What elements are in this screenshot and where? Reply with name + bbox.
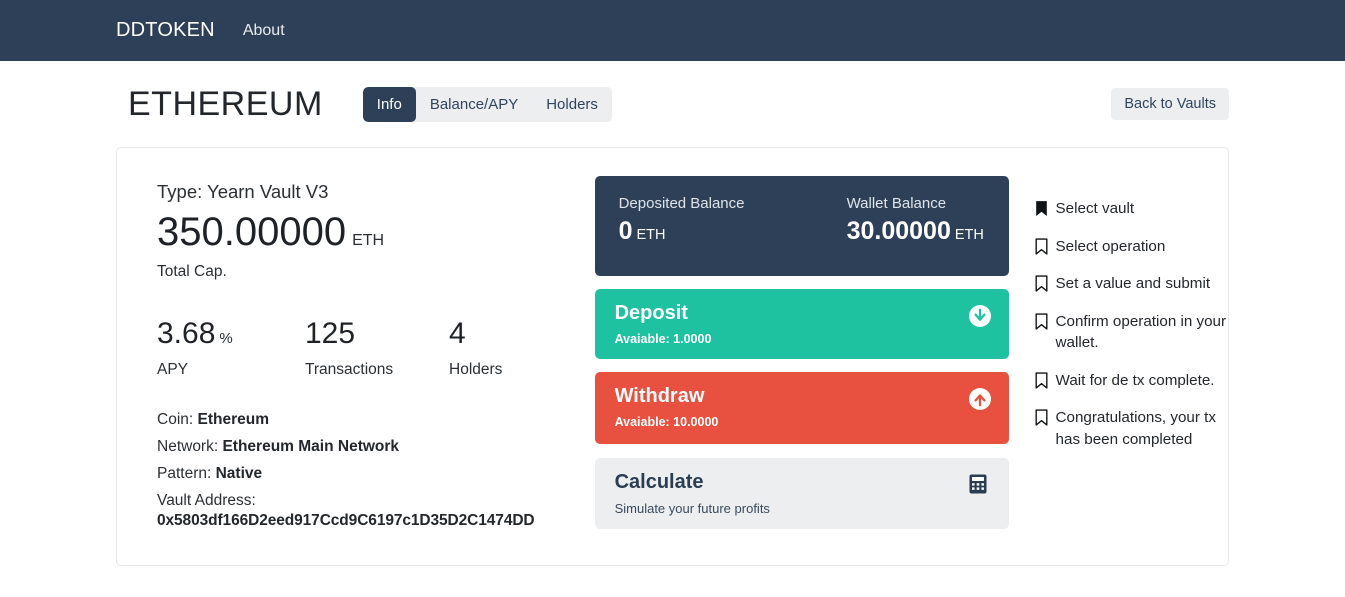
meta-coin: Coin: Ethereum	[157, 411, 583, 429]
bookmark-outline-icon	[1035, 275, 1048, 292]
meta-vault-address-label: Vault Address:	[157, 492, 256, 509]
total-cap-value-row: 350.00000 ETH	[157, 209, 583, 255]
back-to-vaults-button[interactable]: Back to Vaults	[1111, 88, 1229, 120]
stat-apy-value-row: 3.68%	[157, 317, 305, 350]
withdraw-card[interactable]: Withdraw Avaiable: 10.0000	[594, 372, 1009, 444]
wallet-balance: Wallet Balance 30.00000 ETH	[847, 195, 984, 276]
meta-vault-address-value[interactable]: 0x5803df166D2eed917Ccd9C6197c1D35D2C1474…	[157, 512, 583, 530]
deposited-balance: Deposited Balance 0 ETH	[619, 195, 847, 276]
brand-logo[interactable]: DDTOKEN	[116, 19, 215, 42]
stat-holders: 4 Holders	[449, 317, 502, 379]
bookmark-outline-icon	[1035, 237, 1048, 255]
step-select-operation: Select operation	[1035, 236, 1228, 258]
step-confirm-wallet: Confirm operation in your wallet.	[1035, 311, 1228, 354]
page-title: ETHEREUM	[128, 84, 323, 123]
stat-apy-suffix: %	[219, 330, 233, 347]
deposit-available: Avaiable: 1.0000	[614, 332, 712, 346]
step-set-value-label: Set a value and submit	[1055, 275, 1211, 293]
balances-panel: Deposited Balance 0 ETH Wallet Balance 30…	[594, 176, 1009, 276]
step-select-vault: Select vault	[1035, 198, 1228, 220]
withdraw-title: Withdraw	[614, 385, 705, 407]
calculate-subtitle: Simulate your future profits	[614, 501, 770, 516]
vault-meta-list: Coin: Ethereum Network: Ethereum Main Ne…	[157, 411, 583, 530]
meta-coin-value: Ethereum	[197, 411, 270, 428]
bookmark-outline-icon	[1035, 409, 1048, 427]
vault-detail-card: Type: Yearn Vault V3 350.00000 ETH Total …	[116, 147, 1229, 566]
stats-row: 3.68% APY 125 Transactions 4 Holders	[157, 317, 583, 379]
wallet-balance-label: Wallet Balance	[846, 195, 947, 212]
total-cap-value: 350.00000	[157, 210, 347, 254]
nav-link-about[interactable]: About	[243, 22, 285, 40]
step-select-operation-label: Select operation	[1055, 237, 1166, 255]
bookmark-outline-icon	[1035, 313, 1048, 330]
step-completed: Congratulations, your tx has been comple…	[1035, 407, 1228, 450]
meta-network-label: Network:	[157, 438, 219, 455]
total-cap-label: Total Cap.	[157, 263, 227, 280]
tab-info[interactable]: Info	[362, 86, 416, 122]
vault-type: Type: Yearn Vault V3	[157, 181, 329, 202]
meta-pattern-value: Native	[215, 465, 263, 482]
stat-holders-label: Holders	[449, 361, 503, 378]
step-wait-tx-label: Wait for de tx complete.	[1055, 371, 1215, 389]
tab-holders[interactable]: Holders	[532, 87, 612, 122]
deposited-balance-value-row: 0 ETH	[619, 219, 847, 244]
actions-column: Deposited Balance 0 ETH Wallet Balance 30…	[594, 176, 1009, 565]
stat-transactions-value: 125	[305, 317, 356, 350]
stat-transactions-label: Transactions	[305, 361, 394, 378]
tab-group: Info Balance/APY Holders	[362, 86, 612, 122]
page-container: ETHEREUM Info Balance/APY Holders Back t…	[0, 61, 1345, 566]
meta-pattern-label: Pattern:	[157, 465, 212, 482]
step-completed-label: Congratulations, your tx has been comple…	[1055, 409, 1216, 449]
step-select-vault-label: Select vault	[1055, 200, 1135, 217]
stat-apy-value: 3.68	[157, 317, 216, 350]
total-cap-unit: ETH	[352, 232, 385, 249]
wallet-balance-value-row: 30.00000 ETH	[847, 219, 984, 244]
step-set-value: Set a value and submit	[1035, 273, 1228, 295]
page-header: ETHEREUM Info Balance/APY Holders Back t…	[116, 61, 1229, 147]
stat-holders-value: 4	[449, 317, 466, 350]
calculate-title: Calculate	[614, 471, 704, 493]
bookmark-filled-icon	[1035, 201, 1047, 216]
deposit-title: Deposit	[614, 302, 688, 324]
deposited-balance-unit: ETH	[636, 227, 666, 243]
meta-network-value: Ethereum Main Network	[222, 438, 400, 455]
deposit-card[interactable]: Deposit Avaiable: 1.0000	[594, 289, 1009, 359]
navbar: DDTOKEN About	[0, 0, 1345, 61]
meta-network: Network: Ethereum Main Network	[157, 438, 583, 456]
bookmark-outline-icon	[1035, 372, 1048, 389]
tab-balance-apy[interactable]: Balance/APY	[416, 87, 532, 122]
stat-apy-label: APY	[157, 361, 189, 378]
step-confirm-wallet-label: Confirm operation in your wallet.	[1055, 312, 1227, 352]
steps-column: Select vault Select operation Set a valu…	[1035, 176, 1228, 565]
meta-coin-label: Coin:	[157, 411, 194, 428]
stat-apy: 3.68% APY	[157, 317, 305, 379]
arrow-down-circle-icon[interactable]	[968, 304, 992, 328]
wallet-balance-unit: ETH	[954, 227, 984, 243]
vault-info-column: Type: Yearn Vault V3 350.00000 ETH Total …	[117, 176, 583, 565]
stat-transactions: 125 Transactions	[305, 317, 449, 379]
calculate-card[interactable]: Calculate Simulate your future profits	[594, 458, 1009, 529]
arrow-up-circle-icon[interactable]	[968, 387, 992, 411]
meta-pattern: Pattern: Native	[157, 465, 583, 483]
deposited-balance-label: Deposited Balance	[618, 195, 745, 212]
calculator-icon[interactable]	[966, 472, 990, 496]
step-wait-tx: Wait for de tx complete.	[1035, 370, 1228, 392]
wallet-balance-value: 30.00000	[846, 217, 951, 245]
deposited-balance-value: 0	[618, 217, 633, 245]
withdraw-available: Avaiable: 10.0000	[614, 415, 719, 429]
